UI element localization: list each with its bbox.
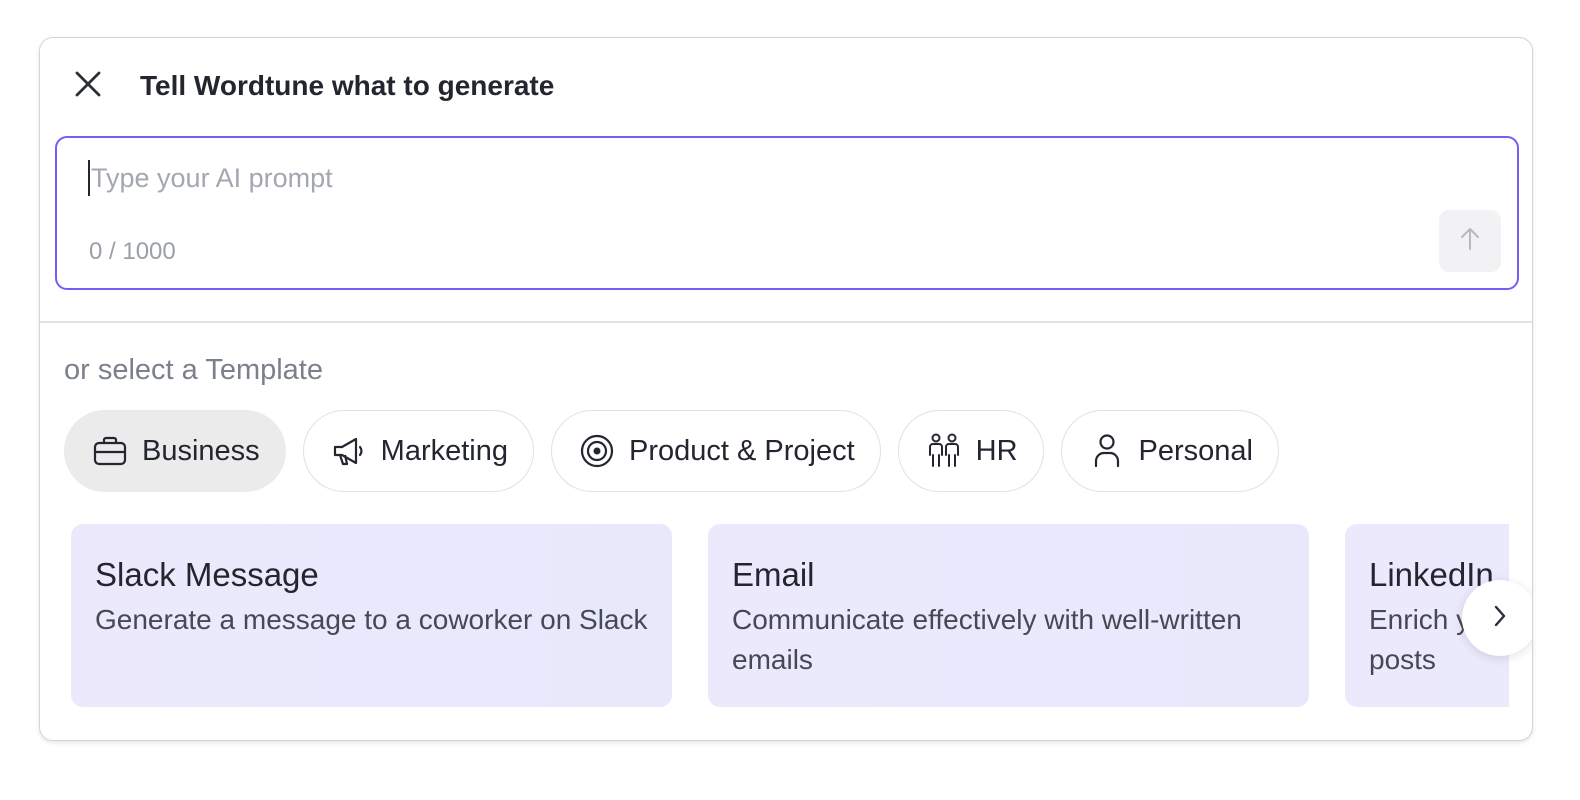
chevron-right-icon <box>1492 603 1508 634</box>
megaphone-icon <box>331 433 367 469</box>
dialog-title: Tell Wordtune what to generate <box>140 70 555 101</box>
target-icon <box>579 433 615 469</box>
card-title: Slack Message <box>95 556 319 593</box>
arrow-up-icon <box>1458 226 1482 257</box>
template-category-tabs: Business Marketing Product & Project HR … <box>64 410 1280 492</box>
person-icon <box>1089 433 1125 469</box>
tab-personal[interactable]: Personal <box>1060 410 1280 492</box>
tab-label: Product & Project <box>629 434 855 467</box>
people-icon <box>926 433 962 469</box>
templates-label: or select a Template <box>64 354 323 386</box>
tab-label: Personal <box>1138 434 1254 467</box>
prompt-box: 0 / 1000 <box>55 136 1519 290</box>
template-card-email[interactable]: Email Communicate effectively with well-… <box>708 524 1309 707</box>
prompt-input[interactable] <box>88 160 1428 196</box>
character-counter: 0 / 1000 <box>89 238 176 265</box>
tab-label: HR <box>975 434 1018 467</box>
briefcase-icon <box>92 433 128 469</box>
tab-label: Business <box>142 434 260 467</box>
template-cards-carousel: Slack Message Generate a message to a co… <box>71 524 1509 708</box>
card-description: Communicate effectively with well-writte… <box>732 604 1242 675</box>
card-title: Email <box>732 556 815 593</box>
send-button[interactable] <box>1439 210 1501 272</box>
template-card-slack-message[interactable]: Slack Message Generate a message to a co… <box>71 524 672 707</box>
generate-dialog: Tell Wordtune what to generate 0 / 1000 … <box>39 37 1533 741</box>
tab-label: Marketing <box>380 434 508 467</box>
tab-hr[interactable]: HR <box>897 410 1044 492</box>
tab-business[interactable]: Business <box>64 410 286 492</box>
tab-marketing[interactable]: Marketing <box>302 410 534 492</box>
tab-product-project[interactable]: Product & Project <box>551 410 881 492</box>
close-button[interactable] <box>70 68 106 104</box>
close-icon <box>73 69 103 104</box>
card-description: Generate a message to a coworker on Slac… <box>95 604 648 635</box>
carousel-next-button[interactable] <box>1462 580 1532 656</box>
section-divider <box>40 321 1532 323</box>
